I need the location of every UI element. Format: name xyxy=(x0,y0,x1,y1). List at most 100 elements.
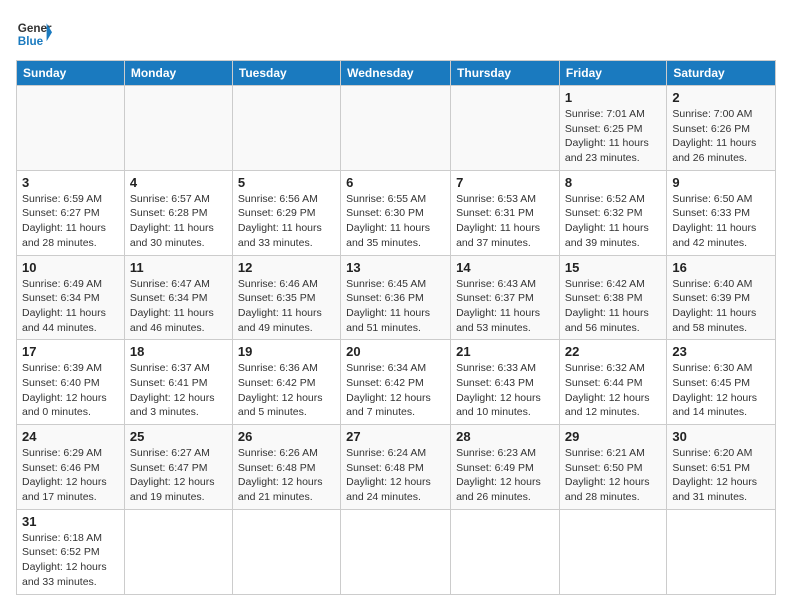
day-info: Sunrise: 6:40 AM Sunset: 6:39 PM Dayligh… xyxy=(672,277,770,336)
calendar-cell: 23Sunrise: 6:30 AM Sunset: 6:45 PM Dayli… xyxy=(667,340,776,425)
day-number: 10 xyxy=(22,260,119,275)
calendar-cell xyxy=(559,509,666,594)
day-number: 27 xyxy=(346,429,445,444)
day-info: Sunrise: 6:32 AM Sunset: 6:44 PM Dayligh… xyxy=(565,361,661,420)
day-info: Sunrise: 6:39 AM Sunset: 6:40 PM Dayligh… xyxy=(22,361,119,420)
weekday-friday: Friday xyxy=(559,61,666,86)
calendar-cell: 7Sunrise: 6:53 AM Sunset: 6:31 PM Daylig… xyxy=(451,170,560,255)
day-info: Sunrise: 6:52 AM Sunset: 6:32 PM Dayligh… xyxy=(565,192,661,251)
day-number: 25 xyxy=(130,429,227,444)
day-info: Sunrise: 6:49 AM Sunset: 6:34 PM Dayligh… xyxy=(22,277,119,336)
calendar-cell: 14 Sunrise: 6:43 AM Sunset: 6:37 PM Dayli… xyxy=(451,255,560,340)
day-number: 28 xyxy=(456,429,554,444)
day-number: 14 xyxy=(456,260,554,275)
calendar-cell: 9Sunrise: 6:50 AM Sunset: 6:33 PM Daylig… xyxy=(667,170,776,255)
day-info: Sunrise: 6:24 AM Sunset: 6:48 PM Dayligh… xyxy=(346,446,445,505)
weekday-saturday: Saturday xyxy=(667,61,776,86)
day-number: 24 xyxy=(22,429,119,444)
calendar-cell: 20Sunrise: 6:34 AM Sunset: 6:42 PM Dayli… xyxy=(341,340,451,425)
calendar-table: SundayMondayTuesdayWednesdayThursdayFrid… xyxy=(16,60,776,595)
day-info: Sunrise: 6:46 AM Sunset: 6:35 PM Dayligh… xyxy=(238,277,335,336)
calendar-cell: 16 Sunrise: 6:40 AM Sunset: 6:39 PM Dayli… xyxy=(667,255,776,340)
calendar-cell: 22 Sunrise: 6:32 AM Sunset: 6:44 PM Dayli… xyxy=(559,340,666,425)
calendar-cell xyxy=(124,86,232,171)
day-number: 21 xyxy=(456,344,554,359)
calendar-cell: 24 Sunrise: 6:29 AM Sunset: 6:46 PM Dayli… xyxy=(17,425,125,510)
day-number: 22 xyxy=(565,344,661,359)
calendar-cell: 31 Sunrise: 6:18 AM Sunset: 6:52 PM Dayli… xyxy=(17,509,125,594)
logo: General Blue xyxy=(16,16,52,52)
calendar-cell: 19 Sunrise: 6:36 AM Sunset: 6:42 PM Dayli… xyxy=(232,340,340,425)
day-number: 8 xyxy=(565,175,661,190)
day-number: 29 xyxy=(565,429,661,444)
calendar-cell xyxy=(451,86,560,171)
day-number: 17 xyxy=(22,344,119,359)
day-info: Sunrise: 6:53 AM Sunset: 6:31 PM Dayligh… xyxy=(456,192,554,251)
day-number: 20 xyxy=(346,344,445,359)
calendar-week-5: 31 Sunrise: 6:18 AM Sunset: 6:52 PM Dayli… xyxy=(17,509,776,594)
day-info: Sunrise: 6:18 AM Sunset: 6:52 PM Dayligh… xyxy=(22,531,119,590)
day-number: 13 xyxy=(346,260,445,275)
day-number: 16 xyxy=(672,260,770,275)
logo-icon: General Blue xyxy=(16,16,52,52)
day-number: 18 xyxy=(130,344,227,359)
day-number: 5 xyxy=(238,175,335,190)
day-number: 15 xyxy=(565,260,661,275)
day-info: Sunrise: 7:01 AM Sunset: 6:25 PM Dayligh… xyxy=(565,107,661,166)
calendar-cell: 27 Sunrise: 6:24 AM Sunset: 6:48 PM Dayli… xyxy=(341,425,451,510)
day-number: 23 xyxy=(672,344,770,359)
day-info: Sunrise: 6:57 AM Sunset: 6:28 PM Dayligh… xyxy=(130,192,227,251)
calendar-cell: 26Sunrise: 6:26 AM Sunset: 6:48 PM Dayli… xyxy=(232,425,340,510)
calendar-cell: 1 Sunrise: 7:01 AM Sunset: 6:25 PM Daylig… xyxy=(559,86,666,171)
calendar-cell xyxy=(667,509,776,594)
calendar-cell: 5 Sunrise: 6:56 AM Sunset: 6:29 PM Daylig… xyxy=(232,170,340,255)
calendar-week-1: 3Sunrise: 6:59 AM Sunset: 6:27 PM Daylig… xyxy=(17,170,776,255)
day-number: 9 xyxy=(672,175,770,190)
calendar-cell: 15 Sunrise: 6:42 AM Sunset: 6:38 PM Dayli… xyxy=(559,255,666,340)
calendar-cell xyxy=(341,509,451,594)
day-number: 1 xyxy=(565,90,661,105)
day-info: Sunrise: 6:55 AM Sunset: 6:30 PM Dayligh… xyxy=(346,192,445,251)
weekday-sunday: Sunday xyxy=(17,61,125,86)
day-info: Sunrise: 6:27 AM Sunset: 6:47 PM Dayligh… xyxy=(130,446,227,505)
calendar-cell: 13Sunrise: 6:45 AM Sunset: 6:36 PM Dayli… xyxy=(341,255,451,340)
day-info: Sunrise: 6:23 AM Sunset: 6:49 PM Dayligh… xyxy=(456,446,554,505)
calendar-cell: 29Sunrise: 6:21 AM Sunset: 6:50 PM Dayli… xyxy=(559,425,666,510)
day-number: 2 xyxy=(672,90,770,105)
day-info: Sunrise: 6:20 AM Sunset: 6:51 PM Dayligh… xyxy=(672,446,770,505)
calendar-cell xyxy=(124,509,232,594)
calendar-cell: 21 Sunrise: 6:33 AM Sunset: 6:43 PM Dayli… xyxy=(451,340,560,425)
calendar-cell: 18 Sunrise: 6:37 AM Sunset: 6:41 PM Dayli… xyxy=(124,340,232,425)
calendar-cell xyxy=(17,86,125,171)
day-info: Sunrise: 6:36 AM Sunset: 6:42 PM Dayligh… xyxy=(238,361,335,420)
calendar-cell: 10 Sunrise: 6:49 AM Sunset: 6:34 PM Dayli… xyxy=(17,255,125,340)
weekday-thursday: Thursday xyxy=(451,61,560,86)
calendar-cell: 11Sunrise: 6:47 AM Sunset: 6:34 PM Dayli… xyxy=(124,255,232,340)
day-info: Sunrise: 6:33 AM Sunset: 6:43 PM Dayligh… xyxy=(456,361,554,420)
calendar-week-4: 24 Sunrise: 6:29 AM Sunset: 6:46 PM Dayli… xyxy=(17,425,776,510)
calendar-cell: 8 Sunrise: 6:52 AM Sunset: 6:32 PM Daylig… xyxy=(559,170,666,255)
calendar-cell: 25 Sunrise: 6:27 AM Sunset: 6:47 PM Dayli… xyxy=(124,425,232,510)
calendar-cell xyxy=(232,86,340,171)
day-number: 31 xyxy=(22,514,119,529)
day-info: Sunrise: 6:37 AM Sunset: 6:41 PM Dayligh… xyxy=(130,361,227,420)
weekday-header: SundayMondayTuesdayWednesdayThursdayFrid… xyxy=(17,61,776,86)
day-info: Sunrise: 6:56 AM Sunset: 6:29 PM Dayligh… xyxy=(238,192,335,251)
day-number: 26 xyxy=(238,429,335,444)
calendar-cell: 3Sunrise: 6:59 AM Sunset: 6:27 PM Daylig… xyxy=(17,170,125,255)
header: General Blue xyxy=(16,16,776,52)
day-info: Sunrise: 7:00 AM Sunset: 6:26 PM Dayligh… xyxy=(672,107,770,166)
calendar-cell: 2 Sunrise: 7:00 AM Sunset: 6:26 PM Daylig… xyxy=(667,86,776,171)
calendar-week-0: 1 Sunrise: 7:01 AM Sunset: 6:25 PM Daylig… xyxy=(17,86,776,171)
calendar-cell xyxy=(341,86,451,171)
weekday-tuesday: Tuesday xyxy=(232,61,340,86)
day-number: 6 xyxy=(346,175,445,190)
day-number: 4 xyxy=(130,175,227,190)
day-number: 11 xyxy=(130,260,227,275)
day-info: Sunrise: 6:29 AM Sunset: 6:46 PM Dayligh… xyxy=(22,446,119,505)
day-number: 19 xyxy=(238,344,335,359)
weekday-wednesday: Wednesday xyxy=(341,61,451,86)
weekday-monday: Monday xyxy=(124,61,232,86)
day-info: Sunrise: 6:42 AM Sunset: 6:38 PM Dayligh… xyxy=(565,277,661,336)
day-info: Sunrise: 6:43 AM Sunset: 6:37 PM Dayligh… xyxy=(456,277,554,336)
